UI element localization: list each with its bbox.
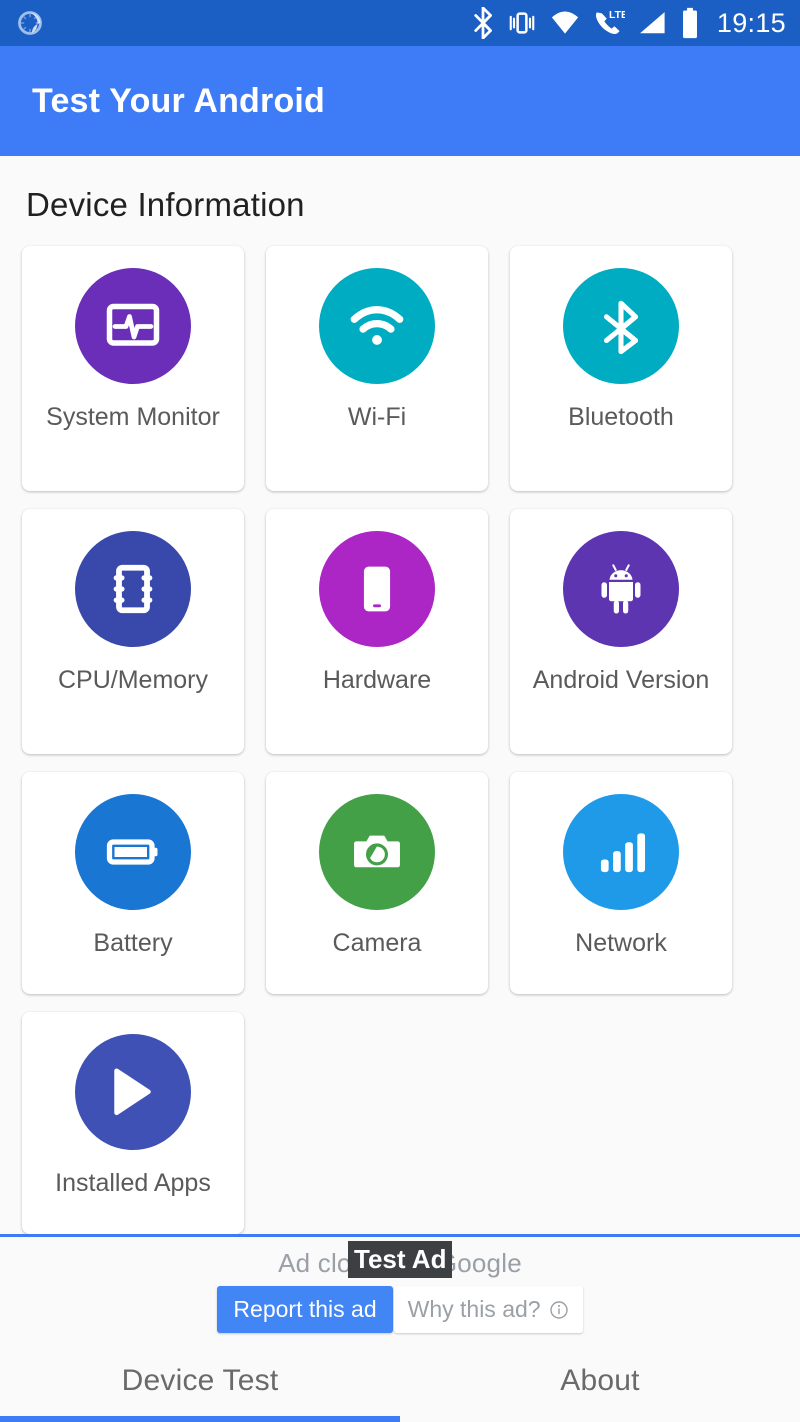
card-label: Battery <box>93 929 173 957</box>
memory-chip-icon <box>113 564 153 614</box>
battery-full-icon <box>106 839 158 865</box>
bottom-tab-bar: Device Test About <box>0 1339 800 1422</box>
card-label: Android Version <box>532 666 710 694</box>
wifi-icon <box>551 11 579 34</box>
status-bar-right-icons: LTE 19:15 <box>472 7 786 39</box>
status-bar: LTE 19:15 <box>0 0 800 46</box>
card-cpu-memory[interactable]: CPU/Memory <box>22 509 244 754</box>
card-camera[interactable]: Camera <box>266 772 488 994</box>
grid-row: System Monitor Wi-Fi Bluetooth <box>22 246 778 491</box>
why-this-ad-label: Why this ad? <box>407 1296 541 1322</box>
icon-circle <box>563 531 679 647</box>
grid-row: Installed Apps <box>22 1012 778 1234</box>
card-label: Hardware <box>322 666 432 694</box>
icon-circle <box>75 794 191 910</box>
card-label: Wi-Fi <box>347 403 407 431</box>
signal-icon <box>639 12 665 34</box>
card-hardware[interactable]: Hardware <box>266 509 488 754</box>
play-store-icon <box>114 1068 151 1116</box>
icon-circle <box>319 531 435 647</box>
signal-bars-icon <box>600 833 646 873</box>
card-label: System Monitor <box>46 403 220 431</box>
card-installed-apps[interactable]: Installed Apps <box>22 1012 244 1234</box>
bluetooth-icon <box>474 7 492 39</box>
report-this-ad-button[interactable]: Report this ad <box>217 1286 393 1333</box>
grid-row: Battery Camera Network <box>22 772 778 994</box>
icon-circle <box>563 268 679 384</box>
section-title: Device Information <box>26 186 305 223</box>
card-label: Camera <box>332 929 422 957</box>
system-monitor-icon <box>106 303 160 346</box>
app-title: Test Your Android <box>32 81 326 120</box>
device-info-grid: System Monitor Wi-Fi Bluetooth CPU/Memor… <box>0 224 800 1234</box>
android-robot-icon <box>601 564 641 614</box>
card-label: Installed Apps <box>55 1169 211 1197</box>
card-system-monitor[interactable]: System Monitor <box>22 246 244 491</box>
card-battery[interactable]: Battery <box>22 772 244 994</box>
status-bar-clock: 19:15 <box>716 7 786 38</box>
icon-circle <box>563 794 679 910</box>
camera-icon <box>354 835 400 868</box>
why-this-ad-button[interactable]: Why this ad? <box>393 1286 583 1333</box>
icon-circle <box>319 268 435 384</box>
card-label: Network <box>575 929 667 957</box>
info-icon <box>549 1300 568 1319</box>
ad-buttons: Report this ad Why this ad? <box>0 1286 800 1333</box>
ad-banner: Ad closed by Google Test Ad Report this … <box>0 1234 800 1339</box>
tab-device-test[interactable]: Device Test <box>0 1339 400 1422</box>
tab-about[interactable]: About <box>400 1339 800 1422</box>
spinner-notification-icon <box>18 11 42 35</box>
card-bluetooth[interactable]: Bluetooth <box>510 246 732 491</box>
tab-label: About <box>560 1363 640 1397</box>
icon-circle <box>75 268 191 384</box>
bluetooth-icon <box>603 300 639 355</box>
icon-circle <box>75 531 191 647</box>
content-area: Device Information System Monitor Wi-Fi … <box>0 156 800 1234</box>
card-label: Bluetooth <box>568 403 674 431</box>
smartphone-icon <box>363 566 391 612</box>
battery-icon <box>682 7 697 39</box>
card-android-version[interactable]: Android Version <box>510 509 732 754</box>
vibrate-icon <box>509 12 535 34</box>
icon-circle <box>319 794 435 910</box>
svg-text:LTE: LTE <box>609 10 625 21</box>
card-network[interactable]: Network <box>510 772 732 994</box>
test-ad-badge: Test Ad <box>348 1241 453 1278</box>
tab-label: Device Test <box>121 1363 279 1397</box>
icon-circle <box>75 1034 191 1150</box>
grid-row: CPU/Memory Hardware Android Version <box>22 509 778 754</box>
app-screen: LTE 19:15 Test Your Android Device Infor… <box>0 0 800 1422</box>
status-bar-left-icons <box>16 9 44 37</box>
app-bar: Test Your Android <box>0 46 800 156</box>
call-lte-icon: LTE <box>595 10 625 34</box>
card-wifi[interactable]: Wi-Fi <box>266 246 488 491</box>
wifi-icon <box>350 306 404 345</box>
card-label: CPU/Memory <box>57 666 208 694</box>
